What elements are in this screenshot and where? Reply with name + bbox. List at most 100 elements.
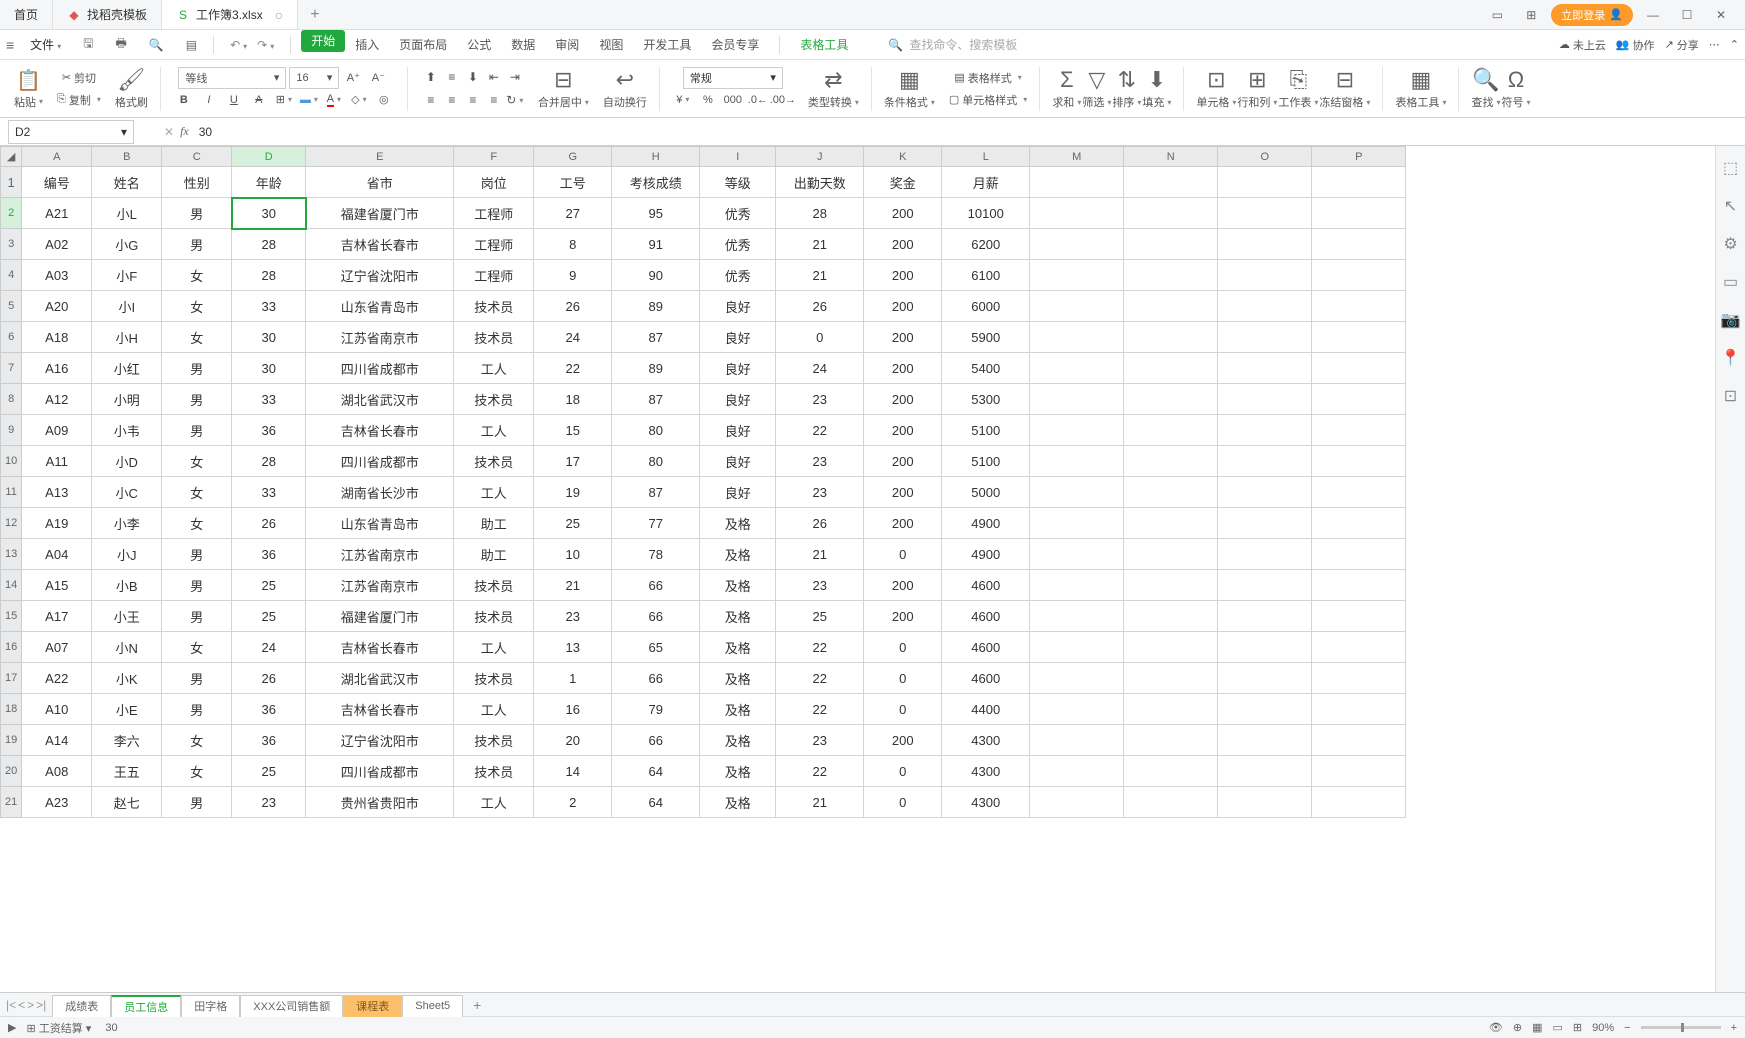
cell[interactable]: 助工 bbox=[454, 539, 534, 570]
cell[interactable]: 5100 bbox=[942, 415, 1030, 446]
cell[interactable] bbox=[1030, 725, 1124, 756]
cell[interactable]: 江苏省南京市 bbox=[306, 570, 454, 601]
cell[interactable]: 小J bbox=[92, 539, 162, 570]
login-button[interactable]: 立即登录👤 bbox=[1551, 4, 1633, 26]
col-header-J[interactable]: J bbox=[776, 147, 864, 167]
cell[interactable] bbox=[1218, 167, 1312, 198]
col-header-I[interactable]: I bbox=[700, 147, 776, 167]
cell[interactable] bbox=[1218, 260, 1312, 291]
cell[interactable] bbox=[1312, 570, 1406, 601]
cell[interactable] bbox=[1312, 694, 1406, 725]
cell[interactable]: 6200 bbox=[942, 229, 1030, 260]
cell[interactable] bbox=[1124, 508, 1218, 539]
cell[interactable]: 姓名 bbox=[92, 167, 162, 198]
paste-button[interactable]: 粘贴 bbox=[14, 94, 43, 110]
cell[interactable]: 技术员 bbox=[454, 384, 534, 415]
orientation-button[interactable]: ↻ bbox=[504, 89, 526, 111]
cell[interactable] bbox=[1030, 694, 1124, 725]
cell[interactable]: 200 bbox=[864, 415, 942, 446]
cell[interactable]: 200 bbox=[864, 508, 942, 539]
cell[interactable] bbox=[1124, 477, 1218, 508]
sheet-tab[interactable]: XXX公司销售额 bbox=[240, 995, 343, 1017]
cell[interactable]: A17 bbox=[22, 601, 92, 632]
zoom-value[interactable]: 90% bbox=[1592, 1022, 1614, 1034]
cell[interactable]: 工人 bbox=[454, 415, 534, 446]
cell[interactable]: 90 bbox=[612, 260, 700, 291]
cell[interactable] bbox=[1312, 291, 1406, 322]
cell[interactable]: 山东省青岛市 bbox=[306, 291, 454, 322]
cloud-status[interactable]: ☁未上云 bbox=[1559, 37, 1606, 53]
menu-tab-页面布局[interactable]: 页面布局 bbox=[389, 30, 457, 60]
cell[interactable]: 4600 bbox=[942, 601, 1030, 632]
cell[interactable]: 吉林省长春市 bbox=[306, 694, 454, 725]
cell[interactable] bbox=[1218, 539, 1312, 570]
sum-icon[interactable]: Σ bbox=[1060, 67, 1074, 93]
close-tab-icon[interactable]: ○ bbox=[275, 7, 283, 23]
cell[interactable]: 22 bbox=[776, 663, 864, 694]
cell[interactable]: 岗位 bbox=[454, 167, 534, 198]
fill-icon[interactable]: ⬇ bbox=[1148, 67, 1166, 93]
title-tab[interactable]: S工作簿3.xlsx○ bbox=[162, 0, 298, 29]
settings-icon[interactable]: ⋯ bbox=[1709, 38, 1720, 51]
cell[interactable] bbox=[1218, 291, 1312, 322]
cell[interactable]: 小李 bbox=[92, 508, 162, 539]
cell[interactable]: 23 bbox=[776, 725, 864, 756]
cell[interactable]: 女 bbox=[162, 756, 232, 787]
cell[interactable]: 小D bbox=[92, 446, 162, 477]
row-header-9[interactable]: 9 bbox=[1, 415, 22, 446]
cell[interactable]: 小I bbox=[92, 291, 162, 322]
cell[interactable] bbox=[1124, 725, 1218, 756]
col-header-M[interactable]: M bbox=[1030, 147, 1124, 167]
cell[interactable]: 男 bbox=[162, 415, 232, 446]
cell[interactable]: 李六 bbox=[92, 725, 162, 756]
zoom-slider[interactable] bbox=[1641, 1026, 1721, 1029]
cell[interactable] bbox=[1312, 198, 1406, 229]
cell[interactable] bbox=[1030, 756, 1124, 787]
cell[interactable]: 6100 bbox=[942, 260, 1030, 291]
cell[interactable]: 工人 bbox=[454, 477, 534, 508]
cell[interactable] bbox=[1218, 477, 1312, 508]
row-header-20[interactable]: 20 bbox=[1, 756, 22, 787]
currency-button[interactable]: ¥ bbox=[672, 89, 694, 111]
row-header-18[interactable]: 18 bbox=[1, 694, 22, 725]
cell[interactable]: 辽宁省沈阳市 bbox=[306, 260, 454, 291]
collapse-ribbon-icon[interactable]: ⌃ bbox=[1730, 38, 1739, 51]
cell[interactable]: 25 bbox=[232, 570, 306, 601]
cell[interactable] bbox=[1312, 508, 1406, 539]
row-header-15[interactable]: 15 bbox=[1, 601, 22, 632]
cell[interactable]: 助工 bbox=[454, 508, 534, 539]
select-all-corner[interactable]: ◢ bbox=[1, 147, 22, 167]
cell[interactable]: 性别 bbox=[162, 167, 232, 198]
cell[interactable]: 20 bbox=[534, 725, 612, 756]
cell[interactable]: A21 bbox=[22, 198, 92, 229]
cell[interactable] bbox=[1312, 167, 1406, 198]
cell[interactable]: 等级 bbox=[700, 167, 776, 198]
cell[interactable]: 200 bbox=[864, 291, 942, 322]
cell[interactable] bbox=[1312, 756, 1406, 787]
cell[interactable]: 66 bbox=[612, 663, 700, 694]
wrap-icon[interactable]: ↩ bbox=[616, 67, 634, 93]
cell[interactable] bbox=[1124, 291, 1218, 322]
cell[interactable]: 考核成绩 bbox=[612, 167, 700, 198]
preview-icon[interactable]: 🔍 bbox=[143, 38, 170, 52]
cell[interactable]: 及格 bbox=[700, 787, 776, 818]
symbol-icon[interactable]: Ω bbox=[1508, 67, 1524, 93]
cell[interactable]: 21 bbox=[534, 570, 612, 601]
paste-icon[interactable]: 📋 bbox=[16, 68, 41, 93]
cell[interactable] bbox=[1218, 322, 1312, 353]
cell[interactable]: A23 bbox=[22, 787, 92, 818]
menu-tab-插入[interactable]: 插入 bbox=[345, 30, 389, 60]
cell[interactable]: A18 bbox=[22, 322, 92, 353]
file-menu[interactable]: 文件 bbox=[24, 36, 67, 53]
cell[interactable] bbox=[1124, 415, 1218, 446]
cell[interactable] bbox=[1124, 446, 1218, 477]
row-header-11[interactable]: 11 bbox=[1, 477, 22, 508]
cell[interactable]: 小明 bbox=[92, 384, 162, 415]
new-tab-button[interactable]: + bbox=[298, 6, 331, 24]
cell[interactable]: 200 bbox=[864, 570, 942, 601]
italic-button[interactable]: I bbox=[198, 89, 220, 111]
cell[interactable]: 200 bbox=[864, 477, 942, 508]
cell[interactable] bbox=[1124, 167, 1218, 198]
cell[interactable]: 79 bbox=[612, 694, 700, 725]
cell[interactable] bbox=[1312, 539, 1406, 570]
